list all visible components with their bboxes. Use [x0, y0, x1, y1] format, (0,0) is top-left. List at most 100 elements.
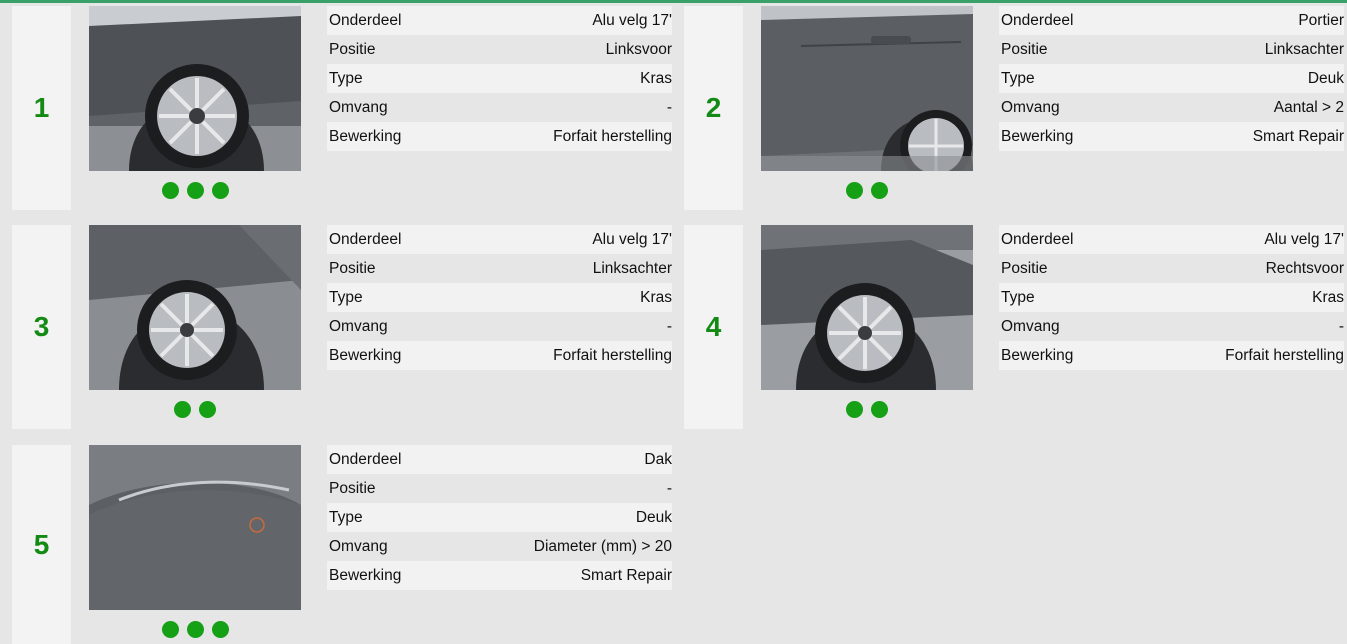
- rear-left-door-photo[interactable]: [761, 6, 973, 171]
- photo-pagination: [89, 621, 301, 639]
- damage-number-panel: 3: [12, 225, 71, 429]
- label-treatment: Bewerking: [329, 346, 402, 364]
- top-accent-bar: [0, 0, 1347, 3]
- photo-dot[interactable]: [174, 401, 191, 418]
- row-treatment: Bewerking Smart Repair: [999, 122, 1344, 151]
- label-extent: Omvang: [1001, 98, 1060, 116]
- value-treatment: Forfait herstelling: [553, 127, 672, 145]
- photo-dot[interactable]: [186, 182, 204, 199]
- value-position: Rechtsvoor: [1265, 259, 1344, 277]
- row-extent: Omvang -: [327, 93, 672, 122]
- photo-dot[interactable]: [161, 621, 179, 638]
- row-part: Onderdeel Dak: [327, 445, 672, 474]
- photo-dot[interactable]: [871, 182, 888, 199]
- photo-pagination: [89, 182, 301, 200]
- value-position: Linksvoor: [605, 40, 672, 58]
- value-type: Deuk: [1307, 69, 1344, 87]
- damage-details-table: Onderdeel Alu velg 17' Positie Linksvoor T…: [327, 6, 672, 151]
- photo-dot[interactable]: [199, 401, 216, 418]
- row-treatment: Bewerking Forfait herstelling: [327, 122, 672, 151]
- photo-pagination: [89, 401, 301, 419]
- front-right-wheel-photo[interactable]: [761, 225, 973, 390]
- row-type: Type Deuk: [327, 503, 672, 532]
- label-type: Type: [1001, 288, 1035, 306]
- label-position: Positie: [329, 479, 376, 497]
- row-position: Positie Linksachter: [999, 35, 1344, 64]
- photo-dot[interactable]: [211, 621, 229, 638]
- row-type: Type Deuk: [999, 64, 1344, 93]
- row-extent: Omvang Diameter (mm) > 20: [327, 532, 672, 561]
- photo-dot[interactable]: [871, 401, 888, 418]
- damage-card-2: 2 Onderdeel Portier Positie Linksachter Ty…: [684, 6, 1344, 210]
- label-position: Positie: [329, 259, 376, 277]
- label-part: Onderdeel: [329, 11, 402, 29]
- label-treatment: Bewerking: [1001, 346, 1074, 364]
- label-part: Onderdeel: [1001, 230, 1074, 248]
- label-type: Type: [329, 69, 363, 87]
- photo-pagination: [761, 401, 973, 419]
- row-extent: Omvang Aantal > 2: [999, 93, 1344, 122]
- label-extent: Omvang: [329, 317, 388, 335]
- damage-details-table: Onderdeel Dak Positie - Type Deuk Omvang Dia…: [327, 445, 672, 590]
- label-type: Type: [329, 288, 363, 306]
- row-type: Type Kras: [327, 283, 672, 312]
- row-part: Onderdeel Alu velg 17': [327, 225, 672, 254]
- value-position: Linksachter: [592, 259, 672, 277]
- row-part: Onderdeel Alu velg 17': [999, 225, 1344, 254]
- value-type: Kras: [1312, 288, 1344, 306]
- row-type: Type Kras: [327, 64, 672, 93]
- photo-dot[interactable]: [186, 621, 204, 638]
- photo-dot[interactable]: [846, 182, 863, 199]
- value-treatment: Smart Repair: [1252, 127, 1344, 145]
- damage-details-table: Onderdeel Portier Positie Linksachter Type…: [999, 6, 1344, 151]
- label-extent: Omvang: [1001, 317, 1060, 335]
- row-treatment: Bewerking Forfait herstelling: [999, 341, 1344, 370]
- damage-card-4: 4 Onderdeel Alu velg 17' Positie Rechtsvoo…: [684, 225, 1344, 429]
- damage-details-table: Onderdeel Alu velg 17' Positie Linksachter…: [327, 225, 672, 370]
- value-extent: -: [666, 98, 672, 116]
- photo-dot[interactable]: [211, 182, 229, 199]
- label-part: Onderdeel: [329, 450, 402, 468]
- value-treatment: Forfait herstelling: [1225, 346, 1344, 364]
- photo-pagination: [761, 182, 973, 200]
- damage-card-3: 3 Onderdeel Alu velg 17' Positie Linksacht…: [12, 225, 672, 429]
- label-part: Onderdeel: [1001, 11, 1074, 29]
- label-position: Positie: [1001, 40, 1048, 58]
- damage-number: 1: [33, 92, 50, 123]
- damage-number: 2: [705, 92, 722, 123]
- value-part: Alu velg 17': [592, 11, 672, 29]
- value-treatment: Smart Repair: [580, 566, 672, 584]
- damage-number-panel: 5: [12, 445, 71, 644]
- row-type: Type Kras: [999, 283, 1344, 312]
- label-part: Onderdeel: [329, 230, 402, 248]
- value-extent: -: [666, 317, 672, 335]
- row-position: Positie Linksvoor: [327, 35, 672, 64]
- row-treatment: Bewerking Smart Repair: [327, 561, 672, 590]
- damage-number: 3: [33, 311, 50, 342]
- value-position: -: [666, 479, 672, 497]
- damage-number-panel: 2: [684, 6, 743, 210]
- row-part: Onderdeel Portier: [999, 6, 1344, 35]
- value-type: Deuk: [635, 508, 672, 526]
- damage-number-panel: 4: [684, 225, 743, 429]
- label-type: Type: [1001, 69, 1035, 87]
- value-position: Linksachter: [1264, 40, 1344, 58]
- value-extent: Aantal > 2: [1273, 98, 1344, 116]
- value-part: Portier: [1298, 11, 1344, 29]
- value-type: Kras: [640, 288, 672, 306]
- rear-left-wheel-photo[interactable]: [89, 225, 301, 390]
- row-part: Onderdeel Alu velg 17': [327, 6, 672, 35]
- damage-card-1: 1 Onderdeel Alu velg 17' Positie Linksvoor: [12, 6, 672, 210]
- damage-details-table: Onderdeel Alu velg 17' Positie Rechtsvoor …: [999, 225, 1344, 370]
- damage-number: 4: [705, 311, 722, 342]
- label-extent: Omvang: [329, 537, 388, 555]
- photo-dot[interactable]: [161, 182, 179, 199]
- row-position: Positie Rechtsvoor: [999, 254, 1344, 283]
- label-position: Positie: [329, 40, 376, 58]
- value-treatment: Forfait herstelling: [553, 346, 672, 364]
- damage-number-panel: 1: [12, 6, 71, 210]
- photo-dot[interactable]: [846, 401, 863, 418]
- value-extent: -: [1338, 317, 1344, 335]
- front-left-wheel-photo[interactable]: [89, 6, 301, 171]
- roof-photo[interactable]: [89, 445, 301, 610]
